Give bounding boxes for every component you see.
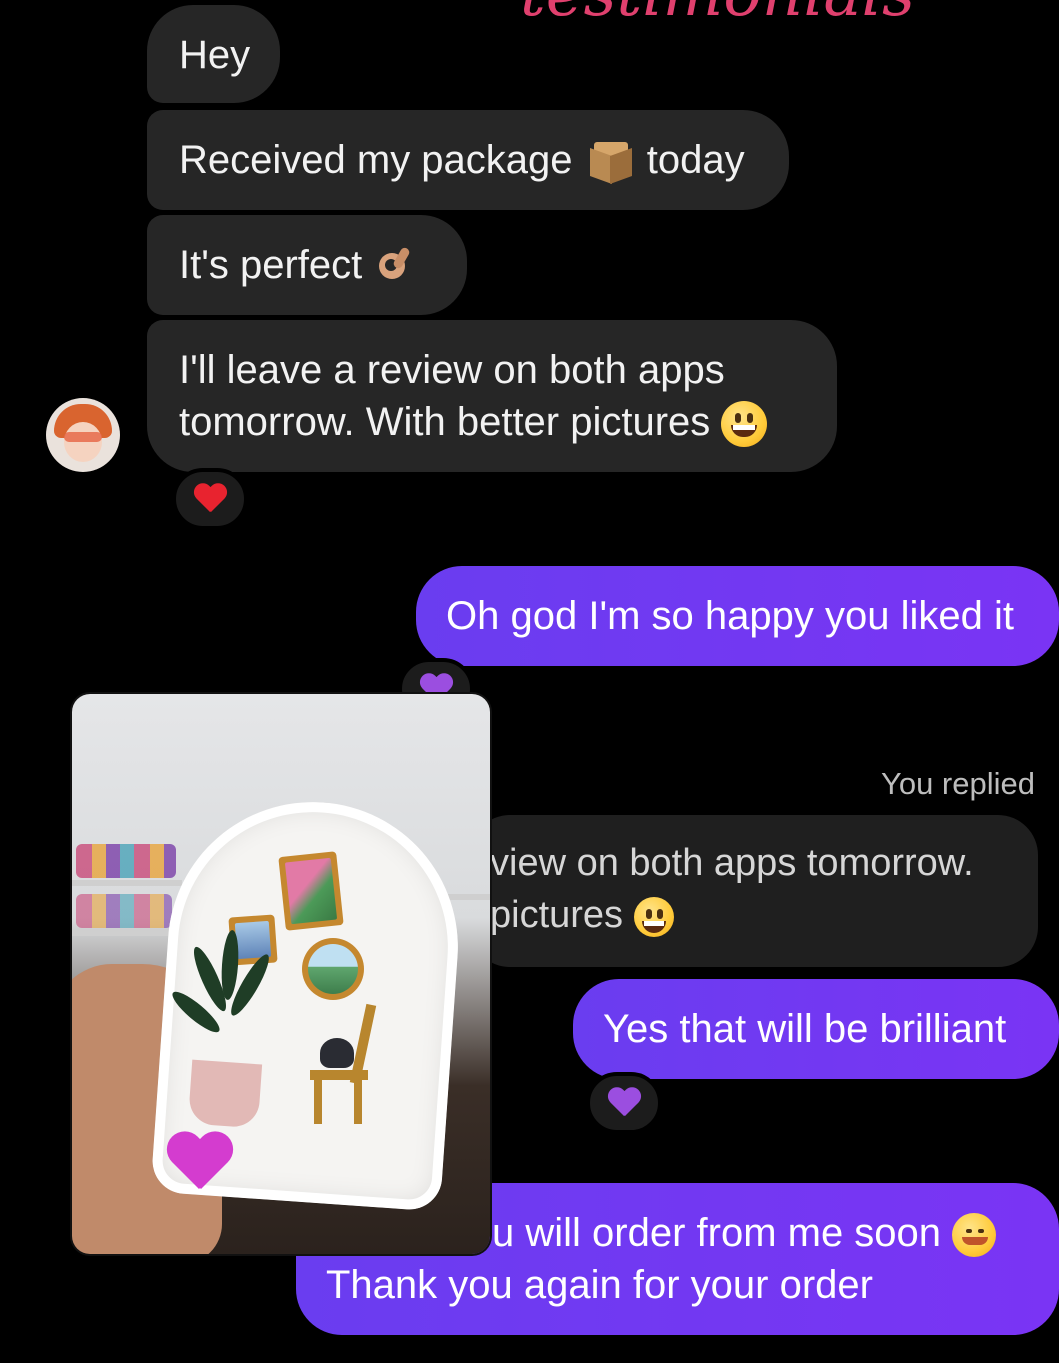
purple-heart-icon <box>607 1088 641 1118</box>
message-text: u will order from me soon <box>492 1211 942 1255</box>
replied-label: You replied <box>881 766 1035 801</box>
flower-pot <box>187 1059 263 1129</box>
quoted-text: view on both apps tomorrow. <box>490 842 974 884</box>
quoted-text: pictures <box>490 894 624 936</box>
smiling-face-icon <box>952 1213 997 1258</box>
message-text: today <box>646 138 745 182</box>
message-text: Oh god I'm so happy you liked it <box>446 594 1014 638</box>
message-reaction[interactable] <box>586 1072 662 1134</box>
grinning-face-icon <box>721 401 768 448</box>
message-text: Received my package <box>179 138 573 182</box>
decorative-heading: testimonials <box>520 0 940 20</box>
message-bubble-outgoing[interactable]: Oh god I'm so happy you liked it <box>416 566 1059 666</box>
message-bubble-incoming[interactable]: It's perfect <box>147 215 467 315</box>
message-text: Hey <box>179 33 251 77</box>
chat-screen: testimonials Hey Received my package tod… <box>0 0 1059 1363</box>
pink-heart-sticker-icon <box>165 1133 233 1193</box>
cat-figure <box>320 1038 354 1068</box>
message-bubble-incoming[interactable]: Received my package today <box>147 110 789 210</box>
message-text: I'll leave a review on both apps <box>179 348 725 392</box>
message-bubble-outgoing[interactable]: Yes that will be brilliant <box>573 979 1059 1079</box>
product-photo[interactable] <box>72 694 490 1254</box>
red-heart-icon <box>193 484 227 514</box>
message-reaction[interactable] <box>172 468 248 530</box>
message-text: Yes that will be brilliant <box>603 1007 1007 1051</box>
message-bubble-incoming[interactable]: I'll leave a review on both apps tomorro… <box>147 320 837 472</box>
message-text: tomorrow. With better pictures <box>179 400 711 444</box>
pinched-fingers-icon <box>373 246 413 287</box>
grinning-face-icon <box>633 896 674 937</box>
message-text: Thank you again for your order <box>326 1263 873 1307</box>
message-text: It's perfect <box>179 243 363 287</box>
avatar[interactable] <box>46 398 120 472</box>
quoted-message[interactable]: view on both apps tomorrow. pictures <box>470 815 1038 967</box>
package-icon <box>589 142 632 185</box>
message-bubble-incoming[interactable]: Hey <box>147 5 280 103</box>
